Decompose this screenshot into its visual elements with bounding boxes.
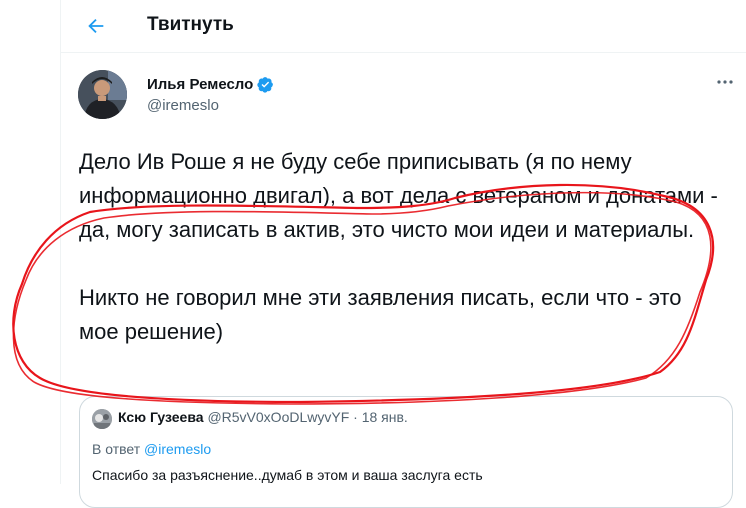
author-avatar[interactable] xyxy=(78,70,127,119)
more-options-button[interactable] xyxy=(713,72,737,92)
quoted-author-handle[interactable]: @R5vV0xOoDLwyvYF xyxy=(207,409,349,425)
quoted-tweet[interactable]: Ксю Гузеева @R5vV0xOoDLwyvYF · 18 янв. В… xyxy=(79,396,733,508)
tweet-paragraph: Никто не говорил мне эти заявления писат… xyxy=(79,285,682,344)
more-horizontal-icon xyxy=(717,80,733,84)
author-name[interactable]: Илья Ремесло xyxy=(147,76,274,93)
back-button[interactable] xyxy=(79,9,113,43)
tweet-text: Дело Ив Роше я не буду себе приписывать … xyxy=(79,145,719,349)
reply-context: В ответ @iremeslo xyxy=(92,441,211,457)
verified-badge-icon xyxy=(257,76,274,93)
quoted-header: Ксю Гузеева @R5vV0xOoDLwyvYF · 18 янв. xyxy=(118,409,408,425)
quoted-author-name[interactable]: Ксю Гузеева xyxy=(118,409,204,425)
reply-prefix: В ответ xyxy=(92,441,141,457)
separator-dot: · xyxy=(353,409,358,425)
page-header: Твитнуть xyxy=(61,0,746,53)
reply-mention-link[interactable]: @iremeslo xyxy=(144,441,211,457)
quoted-text: Спасибо за разъяснение..думаб в этом и в… xyxy=(92,467,483,483)
quoted-date[interactable]: 18 янв. xyxy=(362,409,408,425)
tweet-column: Твитнуть Илья Ремесло @iremeslo Дело Ив xyxy=(60,0,746,508)
author-name-text: Илья Ремесло xyxy=(147,76,254,93)
quoted-avatar[interactable] xyxy=(92,409,112,429)
tweet-paragraph: Дело Ив Роше я не буду себе приписывать … xyxy=(79,149,718,242)
author-handle[interactable]: @iremeslo xyxy=(147,97,219,114)
page-title: Твитнуть xyxy=(147,14,234,35)
arrow-left-icon xyxy=(88,18,104,34)
